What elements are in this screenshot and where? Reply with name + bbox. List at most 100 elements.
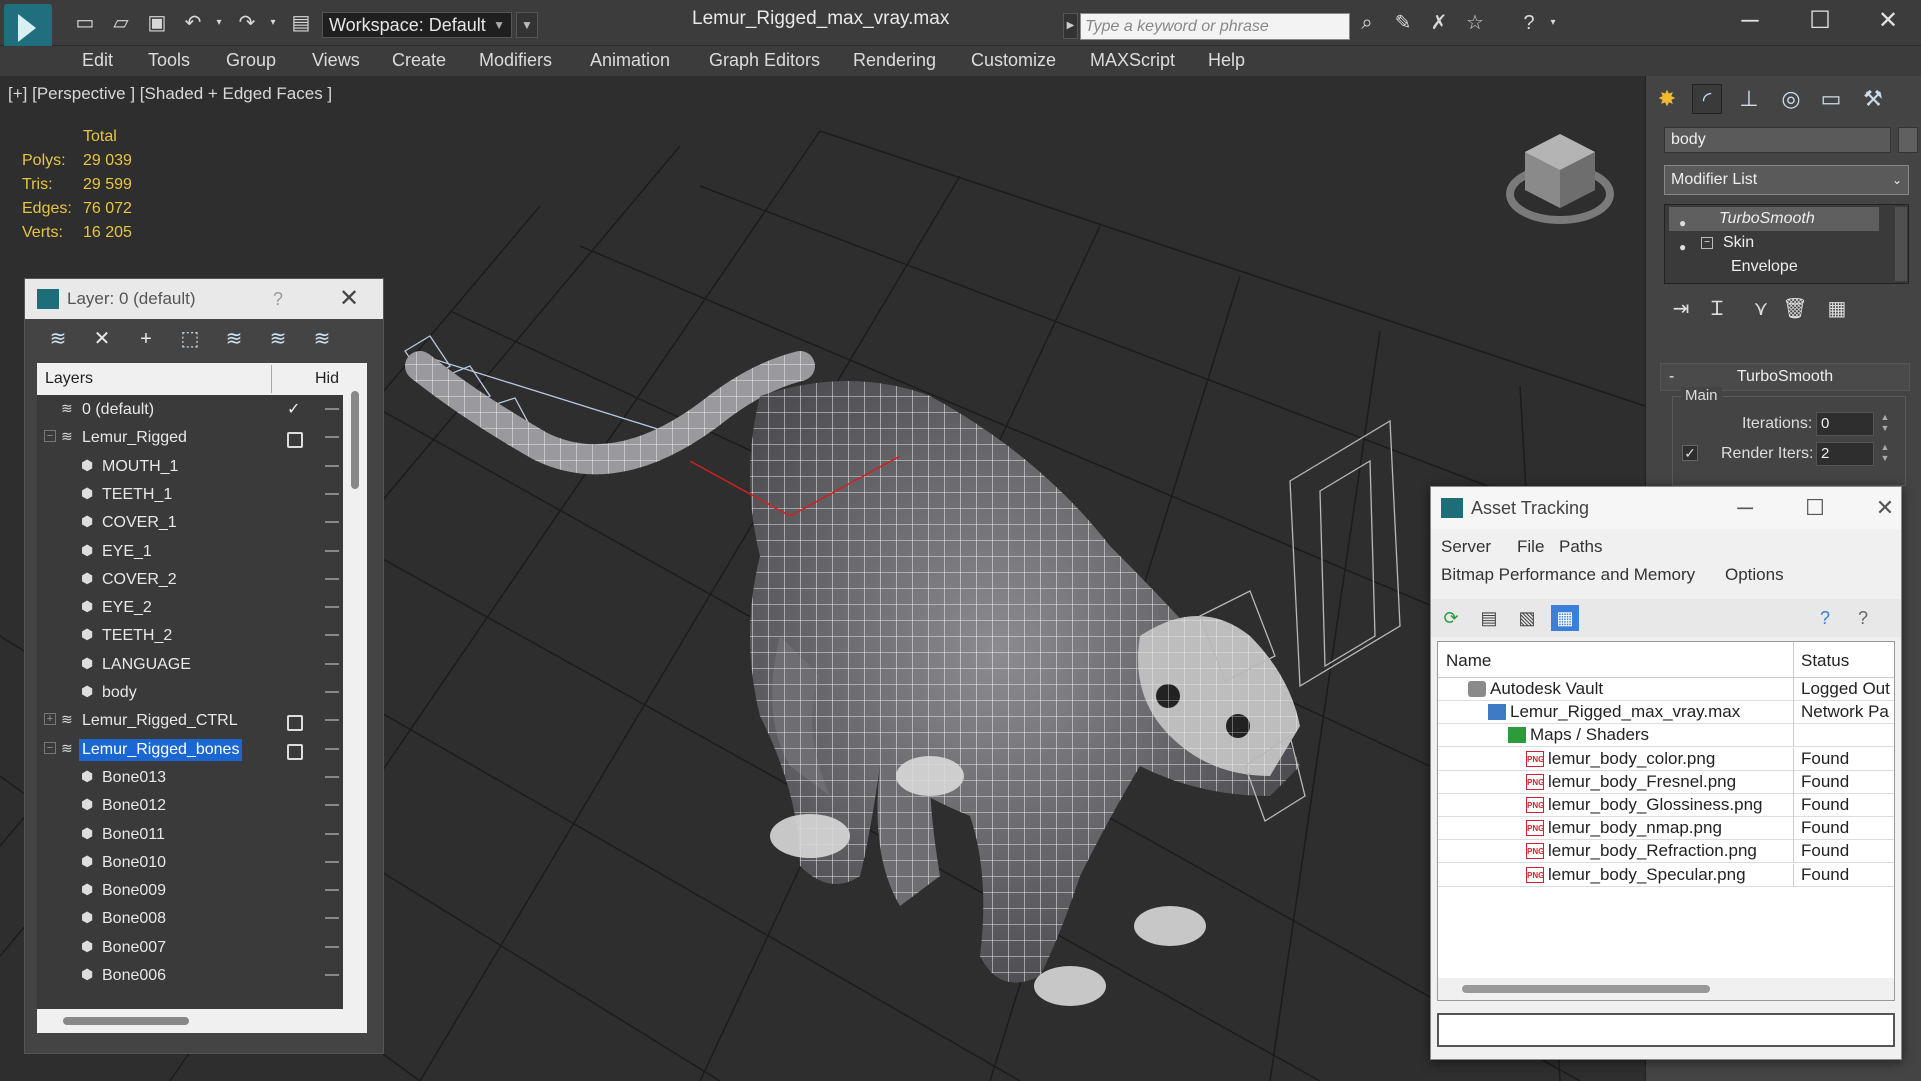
layer-object-row[interactable]: ⬢ EYE_2: [37, 593, 343, 621]
layer-object-row[interactable]: ⬢ MOUTH_1: [37, 452, 343, 480]
freeze-toggle[interactable]: [325, 747, 339, 750]
menu-create[interactable]: Create: [392, 50, 446, 71]
search-input[interactable]: Type a keyword or phrase: [1080, 13, 1350, 40]
freeze-toggle[interactable]: [325, 945, 339, 948]
menu-customize[interactable]: Customize: [971, 50, 1056, 71]
refresh-icon[interactable]: ⟳: [1437, 605, 1465, 631]
table-view-icon[interactable]: ▦: [1551, 605, 1579, 631]
asset-row[interactable]: PNG lemur_body_Glossiness.png Found: [1438, 794, 1894, 817]
menu-group[interactable]: Group: [226, 50, 276, 71]
viewport-label[interactable]: [+] [Perspective ] [Shaded + Edged Faces…: [8, 84, 332, 104]
render-iters-spinner[interactable]: 2: [1816, 442, 1874, 466]
freeze-toggle[interactable]: [325, 408, 339, 410]
motion-tab-icon[interactable]: ◎: [1776, 84, 1806, 114]
freeze-toggle[interactable]: [325, 775, 339, 778]
project-folder-icon[interactable]: ▤: [290, 13, 312, 33]
hide-toggle[interactable]: [287, 743, 303, 760]
asset-horizontal-scrollbar[interactable]: [1438, 978, 1894, 1000]
freeze-toggle[interactable]: [325, 464, 339, 467]
layer-tree[interactable]: Layers Hid ≋ 0 (default) ✓ − ≋ Lemur_Rigged ⬢ M…: [37, 363, 343, 1009]
maximize-button[interactable]: ☐: [1800, 6, 1840, 36]
freeze-toggle[interactable]: [325, 549, 339, 552]
menu-paths[interactable]: Paths: [1559, 537, 1602, 557]
menu-server[interactable]: Server: [1441, 537, 1491, 557]
object-color-swatch[interactable]: [1898, 127, 1918, 153]
collapse-icon[interactable]: −: [44, 741, 56, 754]
lightbulb-icon[interactable]: ●: [1679, 235, 1691, 254]
layer-object-row[interactable]: ⬢ COVER_1: [37, 508, 343, 536]
help-icon[interactable]: ?: [1518, 13, 1540, 33]
thumbnail-view-icon[interactable]: ▧: [1513, 605, 1541, 631]
menu-views[interactable]: Views: [312, 50, 360, 71]
freeze-toggle[interactable]: [325, 436, 339, 439]
layer-object-row[interactable]: ⬢ TEETH_1: [37, 480, 343, 508]
freeze-toggle[interactable]: [325, 492, 339, 495]
layer-object-row[interactable]: ⬢ COVER_2: [37, 565, 343, 593]
iterations-spinner[interactable]: 0: [1816, 412, 1874, 436]
workspace-select[interactable]: Workspace: Default ▼: [322, 12, 512, 38]
new-file-icon[interactable]: ▭: [74, 13, 96, 33]
expand-icon[interactable]: +: [44, 713, 56, 726]
layer-object-row[interactable]: ⬢ Bone009: [37, 876, 343, 904]
scroll-thumb[interactable]: [1462, 985, 1710, 993]
layer-object-row[interactable]: ⬢ Bone013: [37, 763, 343, 791]
menu-maxscript[interactable]: MAXScript: [1090, 50, 1175, 71]
remove-modifier-icon[interactable]: 🗑: [1780, 294, 1810, 324]
layer-object-row[interactable]: ⬢ Bone010: [37, 848, 343, 876]
layer-object-row[interactable]: ⬢ Bone011: [37, 820, 343, 848]
column-divider[interactable]: [1793, 642, 1794, 678]
col-layers[interactable]: Layers: [45, 370, 93, 388]
redo-icon[interactable]: ↷: [236, 13, 258, 33]
freeze-toggle[interactable]: [325, 832, 339, 835]
hide-toggle[interactable]: [287, 432, 303, 449]
create-tab-icon[interactable]: ✸: [1652, 84, 1682, 114]
col-name[interactable]: Name: [1446, 651, 1491, 671]
hide-layers-icon[interactable]: ≋: [265, 327, 291, 351]
freeze-toggle[interactable]: [325, 521, 339, 524]
asset-row[interactable]: PNG lemur_body_Specular.png Found: [1438, 863, 1894, 887]
freeze-toggle[interactable]: [325, 860, 339, 863]
layer-row[interactable]: − ≋ Lemur_Rigged: [37, 423, 343, 451]
layer-object-row[interactable]: ⬢ LANGUAGE: [37, 650, 343, 678]
freeze-toggle[interactable]: [325, 691, 339, 693]
layer-vertical-scrollbar[interactable]: [343, 363, 367, 1009]
layer-row[interactable]: + ≋ Lemur_Rigged_CTRL: [37, 706, 343, 734]
freeze-toggle[interactable]: [325, 719, 339, 722]
redo-dropdown-icon[interactable]: ▾: [262, 13, 284, 33]
menu-options[interactable]: Options: [1725, 565, 1784, 585]
search-expand-button[interactable]: ▶: [1063, 13, 1078, 39]
list-view-icon[interactable]: ▤: [1475, 605, 1503, 631]
col-hide[interactable]: Hid: [315, 370, 339, 388]
minimize-button[interactable]: ─: [1725, 487, 1765, 529]
object-name-field[interactable]: body: [1664, 127, 1891, 153]
close-window-button[interactable]: ✕: [1868, 6, 1908, 36]
select-layer-objects-icon[interactable]: ⬚: [177, 327, 203, 351]
modify-tab-icon[interactable]: ◜: [1692, 84, 1722, 114]
freeze-layers-icon[interactable]: ≋: [309, 327, 335, 351]
show-end-result-icon[interactable]: Ɪ: [1702, 294, 1732, 324]
layer-object-row[interactable]: ⬢ Bone007: [37, 933, 343, 961]
asset-row[interactable]: PNG lemur_body_nmap.png Found: [1438, 817, 1894, 841]
asset-window-titlebar[interactable]: Asset Tracking ─ ☐ ✕: [1431, 487, 1901, 529]
asset-row[interactable]: Maps / Shaders: [1438, 724, 1894, 748]
spinner-arrows-icon[interactable]: ▲ ▼: [1878, 442, 1892, 466]
freeze-toggle[interactable]: [325, 974, 339, 976]
menu-animation[interactable]: Animation: [590, 50, 670, 71]
menu-help[interactable]: Help: [1208, 50, 1245, 71]
menu-rendering[interactable]: Rendering: [853, 50, 936, 71]
asset-row[interactable]: Lemur_Rigged_max_vray.max Network Pa: [1438, 701, 1894, 725]
viewcube-icon[interactable]: [1505, 122, 1615, 232]
minimize-button[interactable]: ─: [1730, 6, 1770, 36]
workspace-extra-button[interactable]: ▼: [516, 12, 538, 38]
undo-icon[interactable]: ↶: [182, 13, 204, 33]
undo-dropdown-icon[interactable]: ▾: [208, 13, 230, 33]
asset-row[interactable]: PNG lemur_body_color.png Found: [1438, 747, 1894, 771]
stack-item-envelope[interactable]: Envelope: [1669, 255, 1879, 279]
utilities-tab-icon[interactable]: ⚒: [1858, 84, 1888, 114]
col-status[interactable]: Status: [1801, 651, 1849, 671]
asset-table[interactable]: Name Status Autodesk Vault Logged Out Lemu…: [1437, 641, 1895, 1001]
close-icon[interactable]: ✕: [1865, 487, 1905, 529]
render-iters-checkbox[interactable]: ✓: [1682, 445, 1698, 461]
layer-object-row[interactable]: ⬢ body: [37, 678, 343, 706]
highlight-layer-icon[interactable]: ≋: [221, 327, 247, 351]
